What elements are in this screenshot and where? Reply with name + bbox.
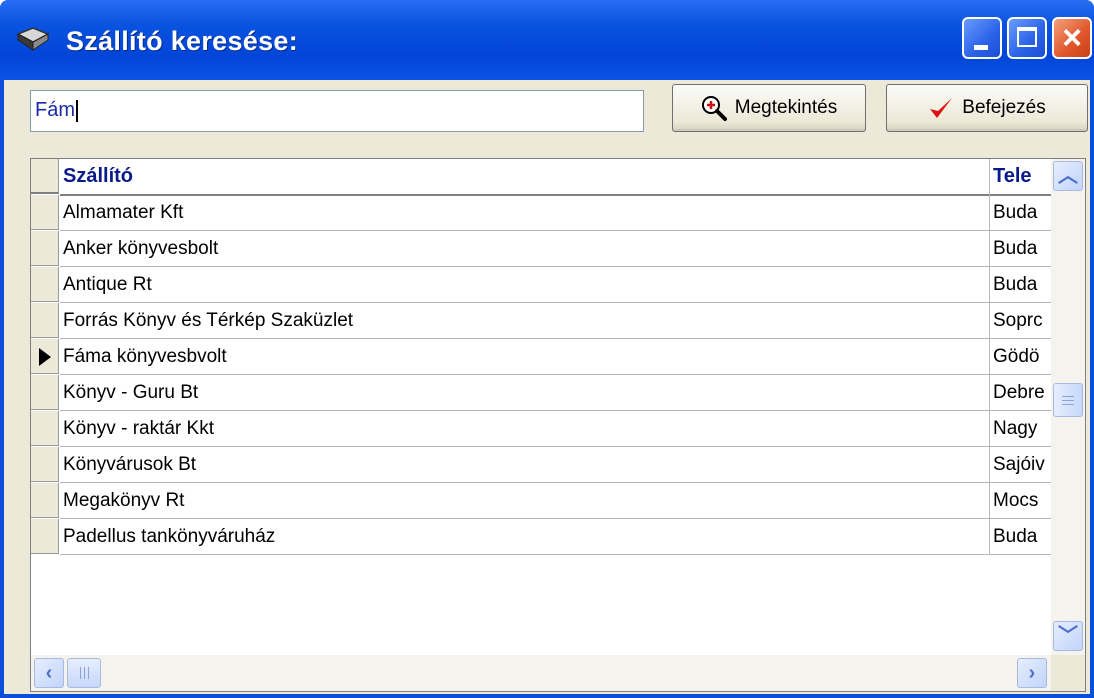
supplier-name-cell[interactable]: Anker könyvesbolt [60,231,990,267]
minimize-button[interactable] [962,17,1002,59]
row-indicator[interactable] [31,267,59,302]
scroll-up-button[interactable]: ︿ [1053,161,1083,191]
supplier-name-cell[interactable]: Könyv - Guru Bt [60,375,990,411]
table-row[interactable]: Fáma könyvesbvolt Gödö [31,339,1051,375]
supplier-name-cell[interactable]: Forrás Könyv és Térkép Szaküzlet [60,303,990,339]
table-row[interactable]: Almamater Kft Buda [31,195,1051,231]
scrollbar-corner [1051,655,1085,691]
supplier-grid: Szállító Tele Almamater Kft Buda Anker kön… [30,158,1086,692]
supplier-name-cell[interactable]: Könyvárusok Bt [60,447,990,483]
vertical-scroll-thumb[interactable] [1053,383,1083,417]
location-cell[interactable]: Buda [990,519,1051,555]
supplier-name-cell[interactable]: Antique Rt [60,267,990,303]
app-window: Szállító keresése: × Fám Megtekintés Bef… [0,0,1094,698]
location-cell[interactable]: Buda [990,195,1051,231]
scroll-right-button[interactable]: › [1017,658,1047,688]
location-cell[interactable]: Soprc [990,303,1051,339]
table-row[interactable]: Megakönyv Rt Mocs [31,483,1051,519]
scroll-left-button[interactable]: ‹ [34,658,64,688]
supplier-name-cell[interactable]: Almamater Kft [60,195,990,231]
search-input[interactable]: Fám [30,90,644,132]
location-cell[interactable]: Buda [990,231,1051,267]
vertical-scrollbar[interactable]: ︿ ﹀ [1051,159,1085,655]
table-row[interactable]: Antique Rt Buda [31,267,1051,303]
location-cell[interactable]: Nagy [990,411,1051,447]
row-indicator[interactable] [31,195,59,230]
table-row[interactable]: Anker könyvesbolt Buda [31,231,1051,267]
table-row[interactable]: Könyv - Guru Bt Debre [31,375,1051,411]
table-row[interactable]: Forrás Könyv és Térkép Szaküzlet Soprc [31,303,1051,339]
row-indicator[interactable] [31,483,59,518]
location-cell[interactable]: Buda [990,267,1051,303]
close-button[interactable]: × [1052,17,1092,59]
minimize-icon [974,45,988,50]
location-cell[interactable]: Mocs [990,483,1051,519]
column-header-phone[interactable]: Tele [990,159,1051,196]
location-cell[interactable]: Sajóiv [990,447,1051,483]
zoom-in-icon [701,96,727,121]
finish-button-label: Befejezés [962,97,1046,118]
search-input-value: Fám [35,99,75,121]
header-indicator [31,159,59,194]
supplier-name-cell[interactable]: Könyv - raktár Kkt [60,411,990,447]
horizontal-scroll-thumb[interactable] [67,658,101,688]
row-indicator[interactable] [31,411,59,446]
title-bar[interactable]: Szállító keresése: × [0,0,1094,80]
supplier-name-cell[interactable]: Megakönyv Rt [60,483,990,519]
view-button[interactable]: Megtekintés [672,84,866,132]
maximize-button[interactable] [1007,17,1047,59]
row-indicator[interactable] [31,447,59,482]
location-cell[interactable]: Debre [990,375,1051,411]
scroll-down-button[interactable]: ﹀ [1053,621,1083,651]
window-title: Szállító keresése: [66,26,299,56]
supplier-name-cell[interactable]: Fáma könyvesbvolt [60,339,990,375]
view-button-label: Megtekintés [734,97,838,118]
book-icon [16,27,50,51]
grid-body: Szállító Tele Almamater Kft Buda Anker kön… [31,159,1051,643]
table-row[interactable]: Könyv - raktár Kkt Nagy [31,411,1051,447]
row-indicator[interactable] [31,303,59,338]
supplier-name-cell[interactable]: Padellus tankönyváruház [60,519,990,555]
dialog-client-area: Fám Megtekintés Befejezés Szállító Tele [4,80,1090,694]
column-header-supplier[interactable]: Szállító [60,159,990,196]
maximize-icon [1017,27,1037,47]
current-row-arrow-icon [39,348,51,366]
row-indicator[interactable] [31,339,59,374]
table-row[interactable]: Könyvárusok Bt Sajóiv [31,447,1051,483]
close-icon: × [1062,19,1082,57]
row-indicator[interactable] [31,519,59,554]
location-cell[interactable]: Gödö [990,339,1051,375]
row-indicator[interactable] [31,231,59,266]
grid-header-row: Szállító Tele [31,159,1051,196]
table-row[interactable]: Padellus tankönyváruház Buda [31,519,1051,555]
horizontal-scrollbar[interactable]: ‹ › [31,655,1051,691]
text-caret [76,99,78,122]
row-indicator[interactable] [31,375,59,410]
finish-button[interactable]: Befejezés [886,84,1088,132]
checkmark-icon [930,98,953,118]
